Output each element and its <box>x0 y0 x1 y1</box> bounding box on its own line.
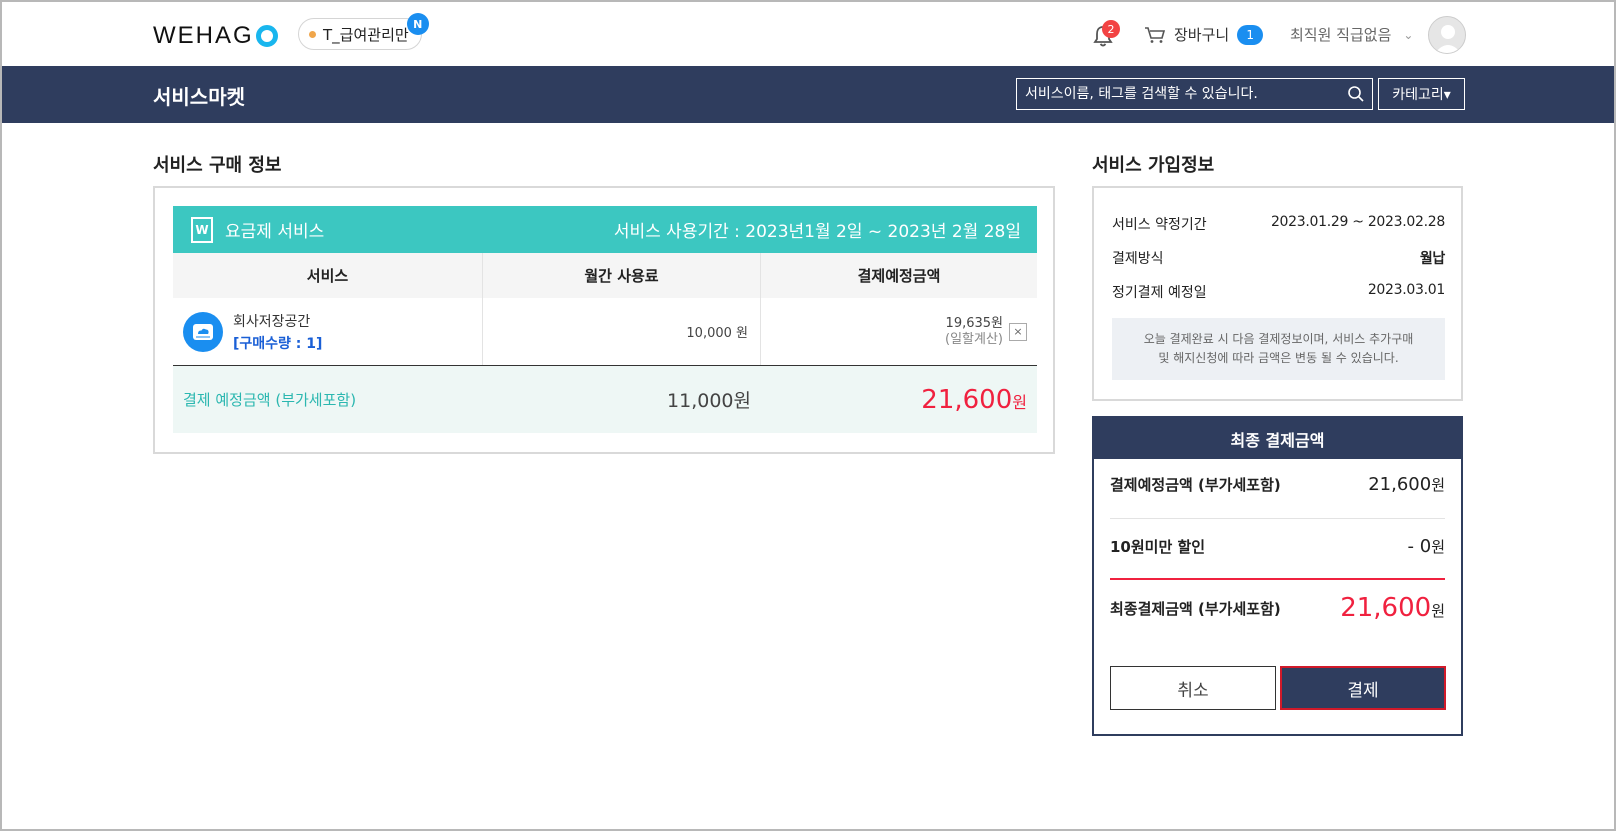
user-name: 최직원 직급없음 <box>1290 26 1392 44</box>
service-period: 서비스 사용기간 : 2023년1월 2일 ~ 2023년 2월 28일 <box>613 222 1021 242</box>
user-menu[interactable]: 최직원 직급없음 ⌄ <box>1290 24 1413 45</box>
service-cell: 회사저장공간 [구매수량 : 1] <box>173 298 483 365</box>
notification-bell[interactable]: 2 <box>1092 20 1120 48</box>
wehago-logo[interactable]: WEHAG <box>153 22 278 50</box>
category-dropdown[interactable]: 카테고리▾ <box>1378 78 1465 110</box>
column-header: 월간 사용료 <box>483 253 761 298</box>
payment-notice: 오늘 결제완료 시 다음 결제정보이며, 서비스 추가구매 및 해지신청에 따라… <box>1112 318 1445 380</box>
cloud-storage-icon <box>183 311 223 352</box>
column-header: 서비스 <box>173 253 483 298</box>
company-name: T_급여관리만 <box>323 25 409 44</box>
contract-value: 2023.01.29 ~ 2023.02.28 <box>1270 214 1445 230</box>
company-selector[interactable]: T_급여관리만 N <box>298 13 429 50</box>
remove-item-button[interactable]: × <box>1009 322 1027 341</box>
next-payment-value: 2023.03.01 <box>1367 282 1445 298</box>
final-value: 21,600 <box>1340 593 1432 623</box>
expected-value: 21,600 <box>1368 474 1432 495</box>
final-payment-box: 최종 결제금액 결제예정금액 (부가세포함) 21,600원 10원미만 할인 … <box>1092 416 1463 736</box>
next-payment-label: 정기결제 예정일 <box>1112 285 1207 301</box>
table-row: 회사저장공간 [구매수량 : 1] 10,000 원 19,635원 (일할계산… <box>173 298 1037 366</box>
plan-header-bar: W 요금제 서비스 서비스 사용기간 : 2023년1월 2일 ~ 2023년 … <box>173 206 1037 253</box>
user-silhouette-icon <box>1429 17 1465 53</box>
discount-row: 10원미만 할인 - 0원 <box>1110 536 1445 557</box>
pay-button[interactable]: 결제 <box>1280 666 1446 710</box>
expected-label: 결제예정금액 (부가세포함) <box>1110 476 1281 494</box>
subscription-section-title: 서비스 가입정보 <box>1092 155 1215 176</box>
monthly-fee-cell: 10,000 원 <box>483 298 761 365</box>
avatar[interactable] <box>1428 16 1466 54</box>
notice-line-1: 오늘 결제완료 시 다음 결제정보이며, 서비스 추가구매 <box>1143 332 1414 346</box>
logo-text: WEHAG <box>153 22 254 49</box>
service-market-navbar: 서비스마켓 카테고리▾ <box>2 66 1614 123</box>
final-amount-row: 최종결제금액 (부가세포함) 21,600원 <box>1110 593 1445 623</box>
total-divider <box>1110 578 1445 580</box>
method-label: 결제방식 <box>1112 251 1164 267</box>
subscription-info-box: 서비스 약정기간 2023.01.29 ~ 2023.02.28 결제방식 월납… <box>1092 186 1463 401</box>
page-title: 서비스마켓 <box>153 85 245 109</box>
purchase-info-box: W 요금제 서비스 서비스 사용기간 : 2023년1월 2일 ~ 2023년 … <box>153 186 1055 454</box>
total-monthly-fee: 11,000원 <box>667 390 751 412</box>
final-unit: 원 <box>1431 602 1445 620</box>
next-payment-row: 정기결제 예정일 2023.03.01 <box>1112 282 1445 302</box>
method-value: 월납 <box>1419 251 1445 267</box>
purchase-table: 서비스 월간 사용료 결제예정금액 회사저장공간 [구매수량 : 1] 10,0… <box>173 253 1037 433</box>
cart-button[interactable]: 장바구니 1 <box>1144 24 1264 45</box>
amount-cell: 19,635원 (일할계산) × <box>761 298 1037 365</box>
final-payment-title: 최종 결제금액 <box>1094 418 1461 459</box>
won-receipt-icon: W <box>191 216 213 243</box>
final-label: 최종결제금액 (부가세포함) <box>1110 599 1281 618</box>
discount-unit: 원 <box>1431 538 1445 556</box>
total-amount-value: 21,600 <box>921 384 1013 415</box>
expected-unit: 원 <box>1431 476 1445 494</box>
row-amount: 19,635원 <box>945 315 1003 331</box>
logo-o-mark <box>255 25 278 47</box>
divider <box>1110 518 1445 519</box>
total-amount: 21,600원 <box>761 385 1037 415</box>
search-input[interactable] <box>1017 79 1340 109</box>
plan-label: 요금제 서비스 <box>225 222 325 242</box>
total-label: 결제 예정금액 (부가세포함) <box>183 391 357 409</box>
total-amount-unit: 원 <box>1012 392 1027 412</box>
cart-count-badge: 1 <box>1237 24 1264 45</box>
discount-label: 10원미만 할인 <box>1110 538 1206 556</box>
expected-amount-row: 결제예정금액 (부가세포함) 21,600원 <box>1110 474 1445 495</box>
purchase-quantity: [구매수량 : 1] <box>233 335 323 352</box>
payment-method-row: 결제방식 월납 <box>1112 248 1445 268</box>
search-icon[interactable] <box>1340 79 1372 109</box>
discount-value: - 0 <box>1407 536 1432 557</box>
table-total-row: 결제 예정금액 (부가세포함) 11,000원 21,600원 <box>173 366 1037 433</box>
cart-icon <box>1145 26 1166 43</box>
purchase-section-title: 서비스 구매 정보 <box>153 155 282 176</box>
search-box <box>1016 78 1373 110</box>
service-name: 회사저장공간 <box>233 313 311 330</box>
cancel-button[interactable]: 취소 <box>1110 666 1276 710</box>
notice-line-2: 및 해지신청에 따라 금액은 변동 될 수 있습니다. <box>1158 351 1399 365</box>
cart-label: 장바구니 <box>1174 26 1230 44</box>
contract-label: 서비스 약정기간 <box>1112 217 1207 233</box>
status-dot-icon <box>309 30 316 38</box>
notification-count-badge: 2 <box>1102 20 1120 38</box>
table-header: 서비스 월간 사용료 결제예정금액 <box>173 253 1037 298</box>
column-header: 결제예정금액 <box>857 267 941 285</box>
new-badge: N <box>406 13 429 35</box>
contract-period-row: 서비스 약정기간 2023.01.29 ~ 2023.02.28 <box>1112 214 1445 234</box>
prorated-note: (일할계산) <box>945 331 1003 347</box>
top-header: WEHAG T_급여관리만 N 2 장바구니 1 최직원 직급없음 ⌄ <box>2 2 1614 66</box>
chevron-down-icon: ⌄ <box>1403 27 1414 42</box>
